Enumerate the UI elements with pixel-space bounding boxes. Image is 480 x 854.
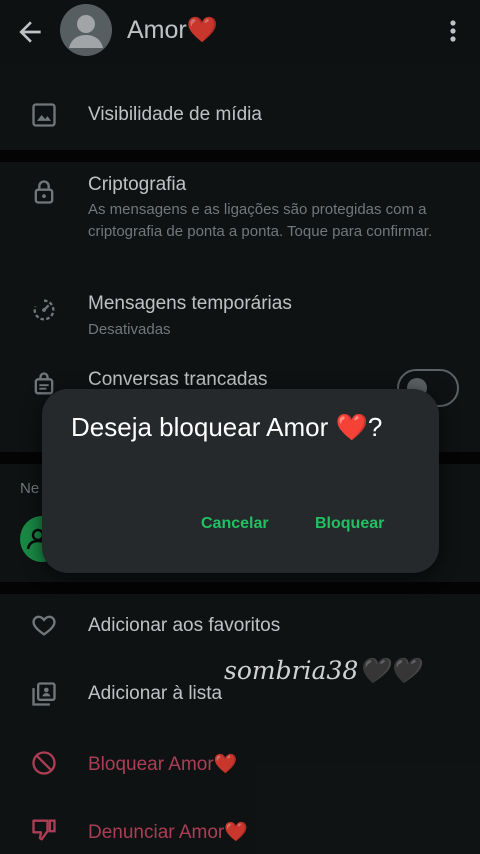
- block-confirm-dialog: Deseja bloquear Amor ❤️? Cancelar Bloque…: [42, 389, 439, 573]
- block-button[interactable]: Bloquear: [315, 515, 384, 533]
- cancel-button[interactable]: Cancelar: [201, 515, 269, 533]
- dialog-title: Deseja bloquear Amor ❤️?: [71, 412, 383, 442]
